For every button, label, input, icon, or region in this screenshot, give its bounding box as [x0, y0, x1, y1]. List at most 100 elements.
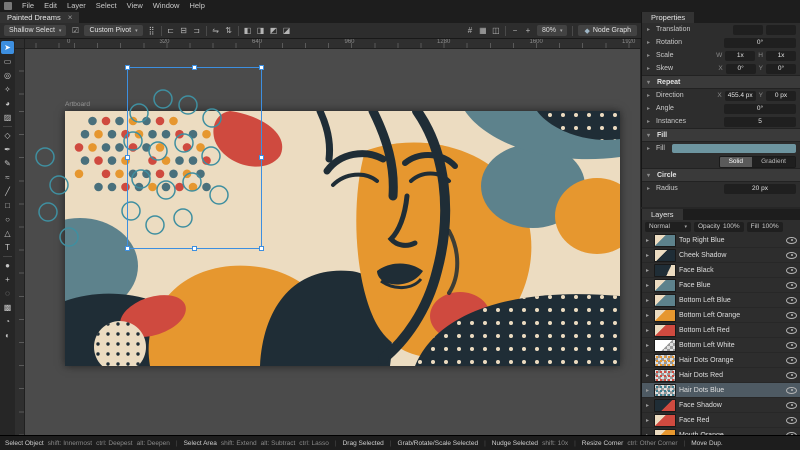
snapping-icon[interactable]: # — [464, 25, 476, 37]
circle-section-header[interactable]: ▾ Circle — [642, 168, 800, 182]
selection-handle[interactable] — [192, 65, 197, 70]
layer-row[interactable]: ▸Bottom Left White — [642, 338, 800, 353]
layer-row[interactable]: ▸Bottom Left Blue — [642, 293, 800, 308]
translation-y-field[interactable] — [766, 25, 796, 35]
chevron-right-icon[interactable]: ▸ — [647, 105, 653, 112]
zoom-in-icon[interactable]: + — [522, 25, 534, 37]
close-icon[interactable]: × — [68, 13, 73, 22]
visibility-eye-icon[interactable] — [786, 342, 797, 349]
boolean-difference-icon[interactable]: ◪ — [281, 25, 293, 37]
visibility-eye-icon[interactable] — [786, 237, 797, 244]
document-tab[interactable]: Painted Dreams × — [0, 12, 79, 23]
radius-field[interactable]: 20 px — [724, 184, 796, 194]
fill-color-swatch[interactable] — [672, 144, 796, 153]
node-graph-button[interactable]: ◆ Node Graph — [578, 25, 637, 36]
fill-tool[interactable]: ◕ — [1, 97, 14, 110]
boolean-subtract-icon[interactable]: ◨ — [255, 25, 267, 37]
selection-handle[interactable] — [125, 246, 130, 251]
direction-x-field[interactable]: 455.4 px — [725, 91, 756, 101]
chevron-right-icon[interactable]: ▸ — [647, 65, 653, 72]
boolean-union-icon[interactable]: ◧ — [242, 25, 254, 37]
patch-tool[interactable]: ▩ — [1, 301, 14, 314]
selection-handle[interactable] — [125, 155, 130, 160]
visibility-eye-icon[interactable] — [786, 357, 797, 364]
align-right-icon[interactable]: ⊐ — [191, 25, 203, 37]
pivot-grid-icon[interactable]: ⣿ — [146, 25, 158, 37]
visibility-eye-icon[interactable] — [786, 372, 797, 379]
selection-handle[interactable] — [192, 246, 197, 251]
chevron-right-icon[interactable]: ▸ — [647, 26, 653, 33]
ellipse-tool[interactable]: ○ — [1, 213, 14, 226]
path-tool[interactable]: ◇ — [1, 129, 14, 142]
menu-window[interactable]: Window — [148, 0, 185, 12]
zoom-out-icon[interactable]: − — [509, 25, 521, 37]
overlays-icon[interactable]: ◫ — [490, 25, 502, 37]
tab-layers[interactable]: Layers — [642, 209, 683, 220]
boolean-intersect-icon[interactable]: ◩ — [268, 25, 280, 37]
layer-row[interactable]: ▸Bottom Left Red — [642, 323, 800, 338]
layer-row[interactable]: ▸Hair Dots Blue — [642, 383, 800, 398]
menu-view[interactable]: View — [122, 0, 148, 12]
chevron-right-icon[interactable]: ▸ — [646, 387, 651, 394]
angle-field[interactable]: 0° — [724, 104, 796, 114]
layer-row[interactable]: ▸Bottom Left Orange — [642, 308, 800, 323]
navigate-tool[interactable]: ◎ — [1, 69, 14, 82]
opacity-control[interactable]: Opacity 100% — [694, 222, 744, 232]
chevron-right-icon[interactable]: ▸ — [647, 39, 653, 46]
text-tool[interactable]: T — [1, 241, 14, 254]
flip-vertical-icon[interactable]: ⇅ — [223, 25, 235, 37]
selection-handle[interactable] — [259, 246, 264, 251]
scale-h-field[interactable]: 1x — [766, 51, 796, 61]
chevron-right-icon[interactable]: ▸ — [647, 118, 653, 125]
visibility-eye-icon[interactable] — [786, 402, 797, 409]
skew-y-field[interactable]: 0° — [766, 64, 796, 74]
visibility-eye-icon[interactable] — [786, 267, 797, 274]
chevron-right-icon[interactable]: ▸ — [646, 267, 651, 274]
align-center-icon[interactable]: ⊟ — [178, 25, 190, 37]
repeat-section-header[interactable]: ▾ Repeat — [642, 75, 800, 89]
eyedropper-tool[interactable]: ✧ — [1, 83, 14, 96]
layer-row[interactable]: ▸Face Red — [642, 413, 800, 428]
menu-select[interactable]: Select — [91, 0, 122, 12]
selection-mode-dropdown[interactable]: Shallow Select ▾ — [4, 25, 66, 36]
menu-help[interactable]: Help — [184, 0, 209, 12]
pivot-checkbox-icon[interactable]: ☑ — [69, 25, 81, 37]
layer-row[interactable]: ▸Hair Dots Red — [642, 368, 800, 383]
heal-tool[interactable]: + — [1, 273, 14, 286]
selection-bounding-box[interactable] — [127, 67, 262, 249]
relight-tool[interactable]: ◐ — [1, 329, 14, 342]
translation-x-field[interactable] — [733, 25, 763, 35]
chevron-right-icon[interactable]: ▸ — [646, 252, 651, 259]
fill-solid-button[interactable]: Solid — [720, 157, 752, 167]
chevron-right-icon[interactable]: ▸ — [646, 342, 651, 349]
menu-edit[interactable]: Edit — [39, 0, 62, 12]
freehand-tool[interactable]: ✎ — [1, 157, 14, 170]
spline-tool[interactable]: ≈ — [1, 171, 14, 184]
visibility-eye-icon[interactable] — [786, 387, 797, 394]
chevron-right-icon[interactable]: ▸ — [647, 145, 653, 152]
chevron-right-icon[interactable]: ▸ — [646, 357, 651, 364]
instances-field[interactable]: 5 — [724, 117, 796, 127]
blend-mode-dropdown[interactable]: Normal ▾ — [645, 222, 691, 232]
layer-row[interactable]: ▸Face Shadow — [642, 398, 800, 413]
chevron-right-icon[interactable]: ▸ — [646, 417, 651, 424]
layer-row[interactable]: ▸Face Blue — [642, 278, 800, 293]
zoom-level-dropdown[interactable]: 80% ▾ — [537, 25, 568, 36]
menu-file[interactable]: File — [17, 0, 39, 12]
chevron-right-icon[interactable]: ▸ — [646, 312, 651, 319]
gradient-tool[interactable]: ▨ — [1, 111, 14, 124]
line-tool[interactable]: ╱ — [1, 185, 14, 198]
visibility-eye-icon[interactable] — [786, 312, 797, 319]
pivot-mode-dropdown[interactable]: Custom Pivot ▾ — [84, 25, 142, 36]
selection-handle[interactable] — [259, 65, 264, 70]
chevron-right-icon[interactable]: ▸ — [646, 297, 651, 304]
visibility-eye-icon[interactable] — [786, 252, 797, 259]
brush-tool[interactable]: ● — [1, 259, 14, 272]
skew-x-field[interactable]: 0° — [726, 64, 756, 74]
select-tool[interactable]: ➤ — [1, 41, 14, 54]
chevron-right-icon[interactable]: ▸ — [646, 237, 651, 244]
visibility-eye-icon[interactable] — [786, 417, 797, 424]
direction-y-field[interactable]: 0 px — [766, 91, 796, 101]
chevron-right-icon[interactable]: ▸ — [646, 402, 651, 409]
align-left-icon[interactable]: ⊏ — [165, 25, 177, 37]
